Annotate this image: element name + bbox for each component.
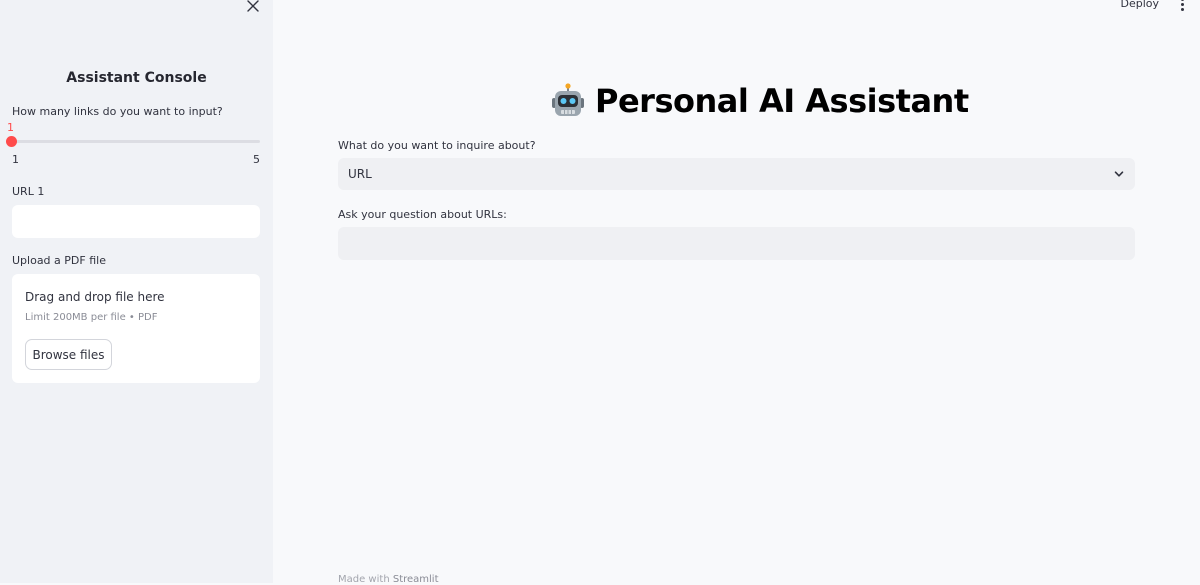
inquire-label: What do you want to inquire about? [338, 139, 536, 152]
close-sidebar-icon[interactable] [244, 0, 262, 15]
question-label: Ask your question about URLs: [338, 208, 507, 221]
slider-min-label: 1 [12, 153, 19, 166]
robot-icon [552, 83, 584, 116]
inquire-selected-value: URL [348, 167, 372, 181]
sidebar: Assistant Console How many links do you … [0, 0, 273, 583]
chevron-down-icon [1114, 171, 1124, 177]
dropzone-limit: Limit 200MB per file • PDF [25, 312, 158, 323]
streamlit-link[interactable]: Streamlit [393, 574, 439, 585]
slider-max-label: 5 [253, 153, 260, 166]
slider-value: 1 [7, 121, 14, 134]
url-1-input[interactable] [12, 205, 260, 238]
footer-text: Made with [338, 574, 390, 585]
slider-track[interactable] [12, 140, 260, 143]
slider-thumb[interactable] [6, 136, 17, 147]
question-input[interactable] [338, 227, 1135, 260]
footer: Made with Streamlit [338, 574, 439, 585]
dropzone-title: Drag and drop file here [25, 290, 165, 304]
sidebar-title: Assistant Console [66, 70, 207, 86]
links-count-label: How many links do you want to input? [12, 105, 223, 118]
browse-files-button[interactable]: Browse files [25, 339, 112, 370]
inquire-select[interactable]: URL [338, 158, 1135, 190]
main-menu-icon[interactable] [1176, 0, 1188, 14]
page-title-row: Personal AI Assistant [551, 78, 969, 124]
main-area: Deploy Personal AI Assistant What do you… [273, 0, 1200, 585]
upload-pdf-label: Upload a PDF file [12, 254, 106, 267]
url-1-label: URL 1 [12, 185, 45, 198]
page-title: Personal AI Assistant [595, 82, 969, 120]
pdf-dropzone[interactable]: Drag and drop file here Limit 200MB per … [12, 274, 260, 383]
deploy-button[interactable]: Deploy [1120, 0, 1159, 10]
